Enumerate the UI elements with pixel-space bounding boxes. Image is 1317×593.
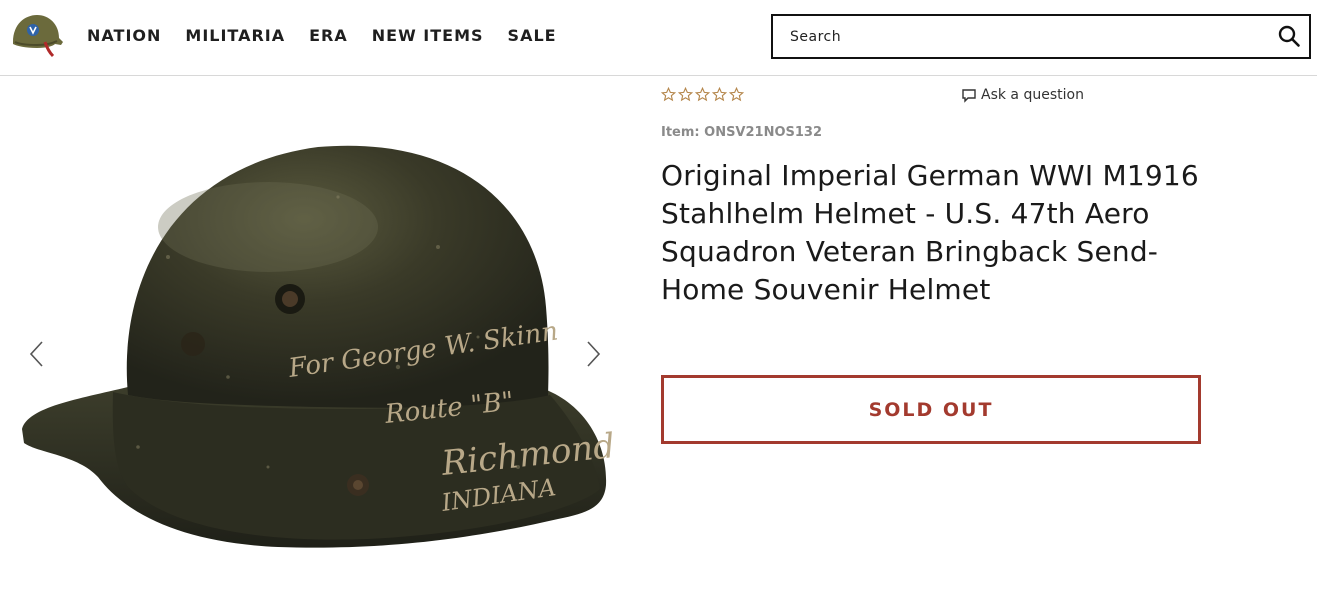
star-outline-icon [712, 87, 727, 102]
nav-item-militaria[interactable]: MILITARIA [185, 26, 285, 45]
product-title: Original Imperial German WWI M1916 Stahl… [661, 159, 1199, 306]
star-outline-icon [695, 87, 710, 102]
chat-bubble-icon [962, 88, 976, 103]
product-image-helmet[interactable]: For George W. Skinn Route "B" Richmond I… [18, 137, 614, 557]
star-outline-icon [678, 87, 693, 102]
main-nav: NATION MILITARIA ERA NEW ITEMS SALE [87, 26, 581, 45]
nav-item-nation[interactable]: NATION [87, 26, 161, 45]
ask-question-link[interactable]: Ask a question [961, 87, 1084, 103]
nav-item-new-items[interactable]: NEW ITEMS [372, 26, 484, 45]
ask-question-label: Ask a question [981, 87, 1084, 103]
search-input[interactable] [773, 16, 1263, 57]
star-outline-icon [661, 87, 676, 102]
item-sku: Item: ONSV21NOS132 [661, 125, 823, 140]
star-rating[interactable] [661, 87, 744, 102]
search-icon[interactable] [1277, 24, 1301, 48]
chevron-right-icon[interactable] [584, 339, 602, 369]
site-logo-helmet-icon[interactable] [9, 12, 65, 58]
site-header: NATION MILITARIA ERA NEW ITEMS SALE [0, 0, 1317, 76]
sold-out-button[interactable]: SOLD OUT [661, 375, 1201, 444]
product-image-gallery: For George W. Skinn Route "B" Richmond I… [0, 77, 630, 593]
nav-item-era[interactable]: ERA [309, 26, 348, 45]
star-outline-icon [729, 87, 744, 102]
nav-item-sale[interactable]: SALE [508, 26, 557, 45]
search-bar [771, 14, 1311, 59]
